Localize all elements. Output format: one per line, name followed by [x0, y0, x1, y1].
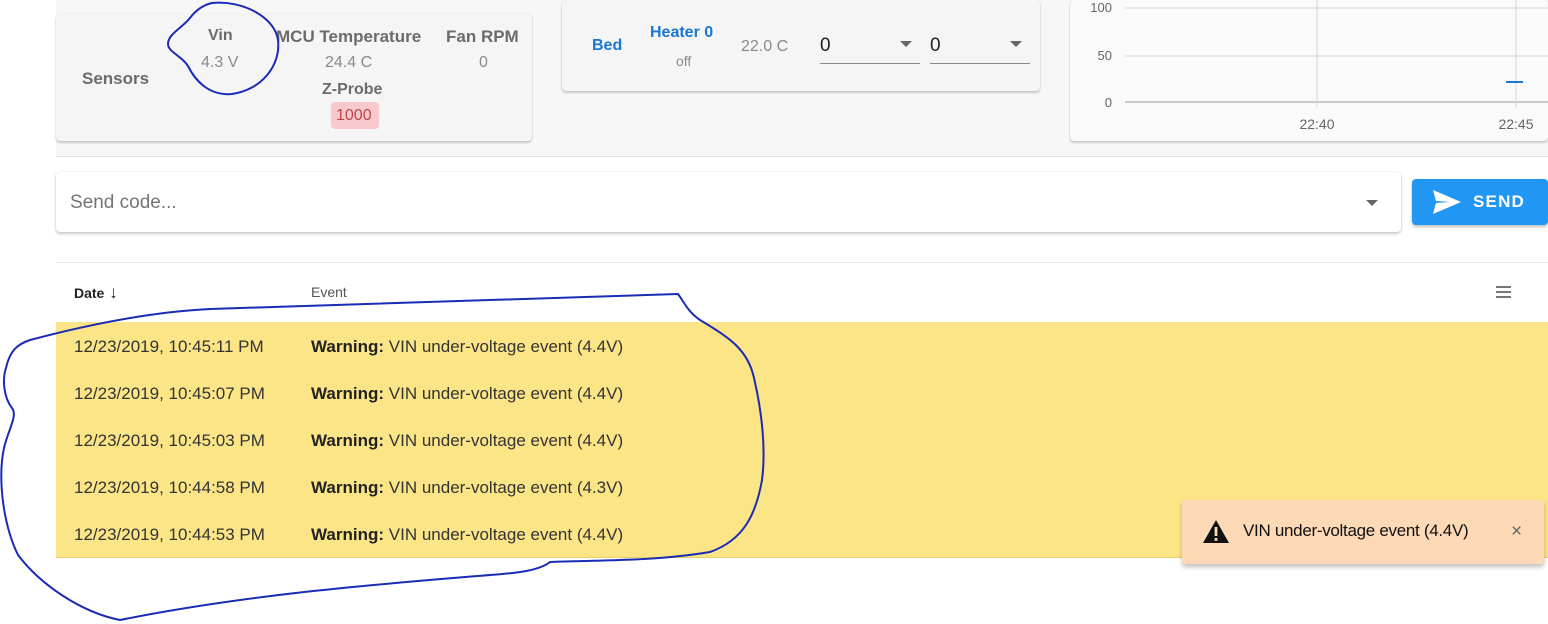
- sensors-panel: Sensors Vin 4.3 V MCU Temperature 24.4 C…: [56, 14, 532, 141]
- event-date: 12/23/2019, 10:45:11 PM: [74, 337, 264, 356]
- event-date: 12/23/2019, 10:45:03 PM: [74, 431, 265, 450]
- x-tick-2245: 22:45: [1498, 116, 1533, 132]
- bed-link[interactable]: Bed: [592, 37, 622, 55]
- arrow-down-icon: ↓: [109, 283, 118, 302]
- event-date: 12/23/2019, 10:44:53 PM: [74, 525, 265, 544]
- active-temp-value: 0: [820, 35, 831, 56]
- heater-panel: Bed Heater 0 off 22.0 C 0 0: [562, 0, 1040, 91]
- event-message: VIN under-voltage event (4.4V): [388, 525, 624, 544]
- date-column-label: Date: [74, 285, 105, 301]
- standby-temp-select[interactable]: 0: [930, 29, 1030, 64]
- event-date: 12/23/2019, 10:45:07 PM: [74, 384, 265, 403]
- z-probe-value: 1000: [336, 107, 372, 124]
- event-text: Warning: VIN under-voltage event (4.4V): [311, 384, 623, 404]
- fan-rpm-label: Fan RPM: [446, 27, 519, 46]
- heater-state: off: [676, 53, 692, 69]
- table-row: 12/23/2019, 10:45:07 PM Warning: VIN und…: [56, 369, 1548, 417]
- event-type: Warning:: [311, 384, 385, 403]
- x-tick-2240: 22:40: [1299, 116, 1334, 132]
- code-history-dropdown-icon[interactable]: [1366, 200, 1378, 206]
- event-text: Warning: VIN under-voltage event (4.4V): [311, 525, 623, 545]
- standby-temp-value: 0: [930, 35, 941, 56]
- table-row: 12/23/2019, 10:45:03 PM Warning: VIN und…: [56, 416, 1548, 464]
- chevron-down-icon: [900, 41, 912, 47]
- send-button[interactable]: SEND: [1412, 179, 1548, 225]
- event-text: Warning: VIN under-voltage event (4.4V): [311, 337, 623, 357]
- event-text: Warning: VIN under-voltage event (4.3V): [311, 478, 623, 498]
- toast-message: VIN under-voltage event (4.4V): [1243, 521, 1469, 540]
- mcu-temperature-label: MCU Temperature: [276, 27, 422, 46]
- y-tick-50: 50: [1098, 48, 1112, 63]
- warning-icon: [1203, 520, 1229, 543]
- active-temp-select[interactable]: 0: [820, 29, 920, 64]
- date-column-header[interactable]: Date ↓: [74, 283, 118, 303]
- send-code-input[interactable]: [68, 186, 1352, 220]
- event-message: VIN under-voltage event (4.4V): [388, 337, 624, 356]
- z-probe-badge: 1000: [331, 102, 379, 129]
- event-type: Warning:: [311, 337, 385, 356]
- events-table-header: Date ↓ Event: [56, 262, 1548, 323]
- z-probe-label: Z-Probe: [322, 81, 383, 98]
- vin-label: Vin: [208, 27, 233, 44]
- menu-icon[interactable]: [1496, 286, 1511, 298]
- event-type: Warning:: [311, 431, 385, 450]
- temperature-chart: 100 50 0 22:40 22:45: [1090, 0, 1548, 132]
- sensors-title: Sensors: [82, 69, 150, 88]
- fan-rpm-value: 0: [479, 54, 488, 71]
- temperature-chart-panel: 100 50 0 22:40 22:45: [1070, 0, 1548, 141]
- code-input-box: [56, 172, 1401, 232]
- mcu-temperature-value: 24.4 C: [325, 54, 373, 71]
- current-temperature: 22.0 C: [741, 38, 789, 55]
- send-label: SEND: [1473, 192, 1526, 211]
- event-type: Warning:: [311, 478, 385, 497]
- send-icon: [1433, 190, 1461, 214]
- event-message: VIN under-voltage event (4.4V): [388, 431, 624, 450]
- event-type: Warning:: [311, 525, 385, 544]
- close-icon[interactable]: ×: [1511, 521, 1522, 543]
- event-date: 12/23/2019, 10:44:58 PM: [74, 478, 265, 497]
- event-message: VIN under-voltage event (4.3V): [388, 478, 624, 497]
- chevron-down-icon: [1010, 41, 1022, 47]
- vin-value: 4.3 V: [201, 54, 239, 71]
- y-tick-100: 100: [1090, 0, 1112, 15]
- warning-toast: VIN under-voltage event (4.4V) ×: [1182, 500, 1544, 564]
- event-column-header[interactable]: Event: [311, 284, 347, 300]
- table-row: 12/23/2019, 10:45:11 PM Warning: VIN und…: [56, 322, 1548, 370]
- heater-name-link[interactable]: Heater 0: [650, 24, 713, 42]
- event-text: Warning: VIN under-voltage event (4.4V): [311, 431, 623, 451]
- y-tick-0: 0: [1105, 95, 1112, 110]
- event-message: VIN under-voltage event (4.4V): [388, 384, 624, 403]
